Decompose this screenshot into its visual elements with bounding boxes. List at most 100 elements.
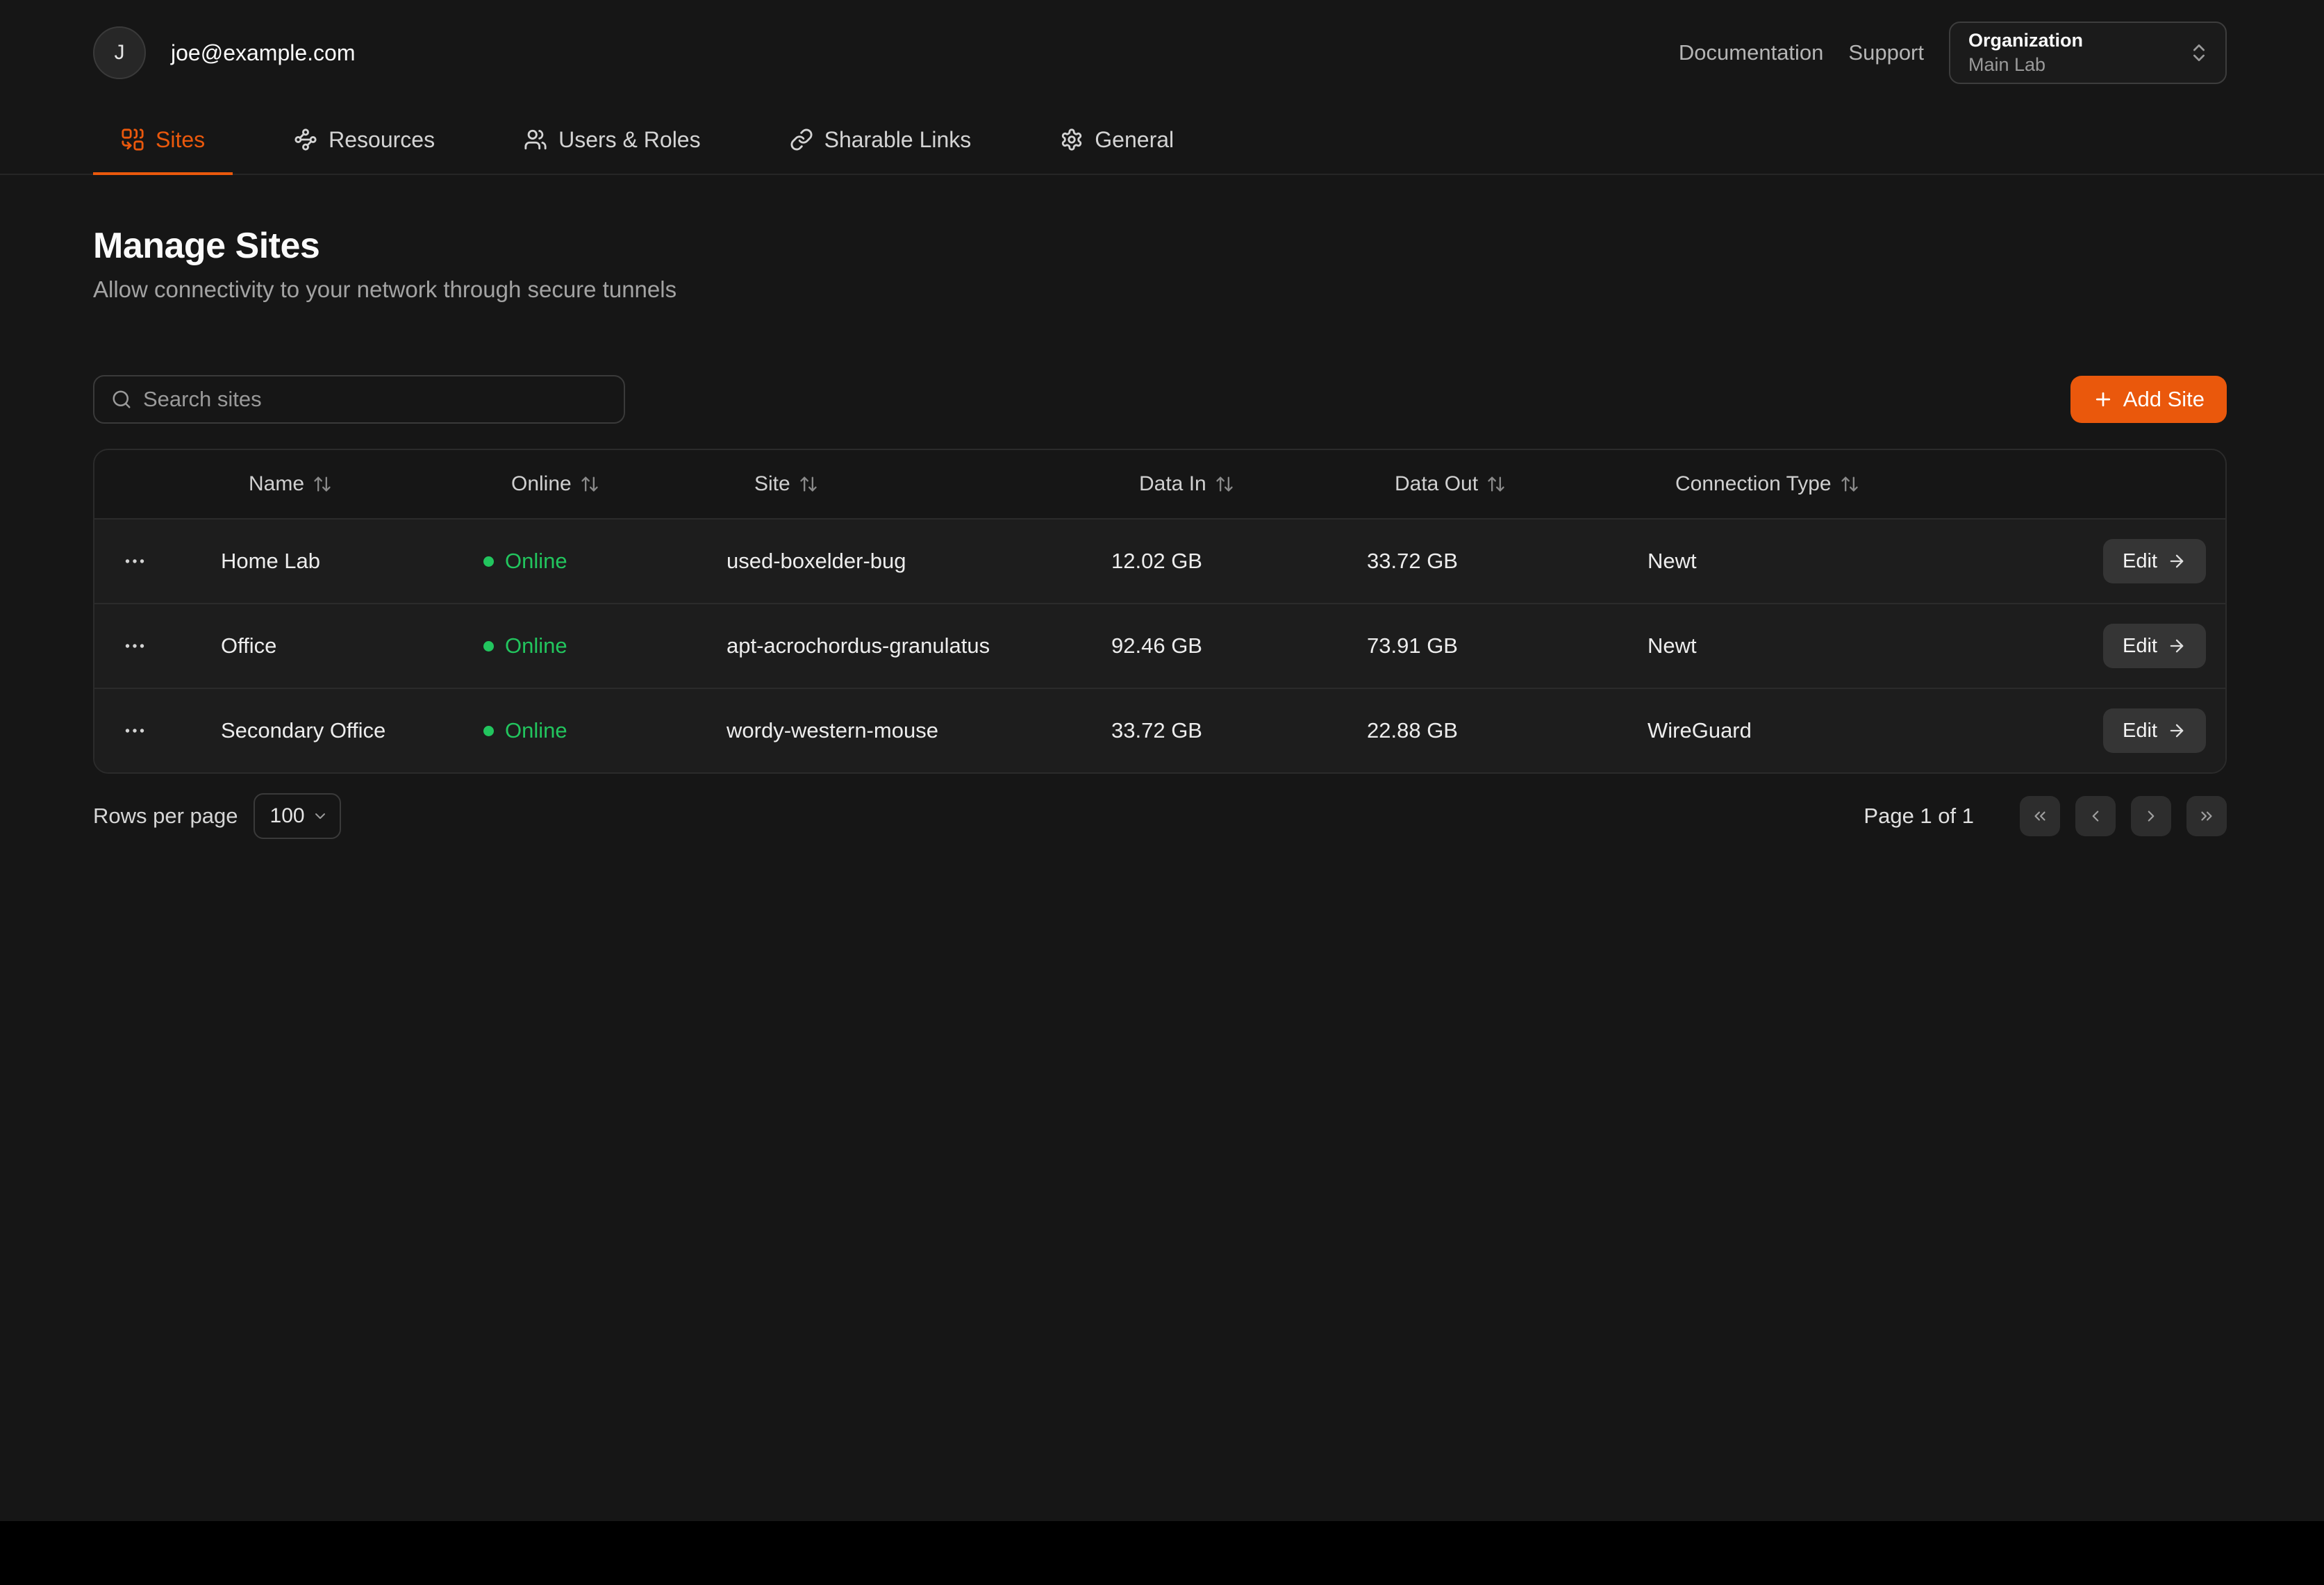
row-menu-button[interactable] — [117, 713, 153, 749]
ellipsis-icon — [122, 549, 147, 574]
cell-online-status: Online — [483, 549, 727, 574]
tab-sharable-links[interactable]: Sharable Links — [762, 106, 999, 174]
column-label: Site — [754, 472, 790, 496]
tab-label: Users & Roles — [558, 127, 701, 153]
table-row: Office Online apt-acrochordus-granulatus… — [94, 603, 2225, 688]
org-selector-value: Main Lab — [1968, 53, 2083, 77]
sites-grid-icon — [121, 128, 144, 151]
avatar-initial: J — [115, 41, 125, 65]
column-label: Connection Type — [1675, 472, 1832, 496]
org-selector[interactable]: Organization Main Lab — [1949, 22, 2227, 84]
search-icon — [111, 389, 132, 410]
cell-site-name: Secondary Office — [221, 718, 483, 743]
tab-label: General — [1095, 127, 1174, 153]
plus-icon — [2093, 389, 2114, 410]
column-header-data-out[interactable]: Data Out — [1367, 472, 1506, 496]
chevrons-up-down-icon — [2188, 42, 2210, 64]
column-header-data-in[interactable]: Data In — [1111, 472, 1234, 496]
user-info: J joe@example.com — [93, 26, 355, 79]
online-dot-icon — [483, 556, 494, 567]
column-label: Name — [249, 472, 304, 496]
online-dot-icon — [483, 726, 494, 736]
avatar[interactable]: J — [93, 26, 146, 79]
cell-online-status: Online — [483, 718, 727, 743]
page-subtitle: Allow connectivity to your network throu… — [93, 276, 2227, 303]
main-content: Manage Sites Allow connectivity to your … — [0, 225, 2324, 839]
nav-tabs: Sites Resources Users & Roles Sharable L… — [0, 106, 2324, 175]
table-row: Secondary Office Online wordy-western-mo… — [94, 688, 2225, 772]
column-header-site[interactable]: Site — [727, 472, 818, 496]
table-row: Home Lab Online used-boxelder-bug 12.02 … — [94, 518, 2225, 603]
chevrons-right-icon — [2198, 807, 2216, 825]
topbar-links: Documentation Support Organization Main … — [1679, 22, 2227, 84]
online-label: Online — [505, 718, 567, 743]
app-root: J joe@example.com Documentation Support … — [0, 0, 2324, 1521]
cell-data-out: 22.88 GB — [1367, 718, 1647, 743]
toolbar: Add Site — [93, 375, 2227, 424]
ellipsis-icon — [122, 633, 147, 658]
online-label: Online — [505, 549, 567, 574]
org-selector-label: Organization — [1968, 28, 2083, 53]
sort-icon — [1840, 474, 1859, 494]
edit-button[interactable]: Edit — [2103, 624, 2206, 668]
gear-icon — [1060, 128, 1084, 151]
chevron-down-icon — [312, 808, 329, 824]
arrow-right-icon — [2167, 551, 2186, 571]
cell-site-name: Home Lab — [221, 549, 483, 574]
table-header-row: Name Online Site — [94, 450, 2225, 518]
cell-connection-type: WireGuard — [1647, 718, 2092, 743]
edit-button[interactable]: Edit — [2103, 539, 2206, 583]
support-link[interactable]: Support — [1848, 40, 1924, 65]
prev-page-button[interactable] — [2075, 796, 2116, 836]
add-site-button[interactable]: Add Site — [2070, 376, 2227, 423]
cell-site-id: wordy-western-mouse — [727, 718, 1111, 743]
cell-data-in: 92.46 GB — [1111, 633, 1367, 658]
edit-button[interactable]: Edit — [2103, 708, 2206, 753]
column-label: Online — [511, 472, 572, 496]
chevrons-left-icon — [2031, 807, 2049, 825]
waypoints-icon — [294, 128, 317, 151]
arrow-right-icon — [2167, 721, 2186, 740]
edit-label: Edit — [2123, 550, 2157, 573]
column-label: Data Out — [1395, 472, 1478, 496]
chevron-left-icon — [2086, 807, 2105, 825]
rows-per-page-select[interactable]: 100 — [254, 793, 341, 839]
topbar: J joe@example.com Documentation Support … — [0, 0, 2324, 106]
cell-site-id: apt-acrochordus-granulatus — [727, 633, 1111, 658]
first-page-button[interactable] — [2020, 796, 2060, 836]
user-email: joe@example.com — [171, 40, 355, 66]
rows-per-page-value: 100 — [270, 804, 305, 828]
row-menu-button[interactable] — [117, 628, 153, 664]
next-page-button[interactable] — [2131, 796, 2171, 836]
sort-icon — [580, 474, 599, 494]
column-label: Data In — [1139, 472, 1206, 496]
page-title: Manage Sites — [93, 225, 2227, 267]
tab-users-roles[interactable]: Users & Roles — [496, 106, 729, 174]
add-site-label: Add Site — [2123, 387, 2205, 412]
tab-resources[interactable]: Resources — [266, 106, 463, 174]
tab-label: Resources — [329, 127, 435, 153]
pagination: Page 1 of 1 — [1864, 796, 2227, 836]
sort-icon — [1215, 474, 1234, 494]
sort-icon — [799, 474, 818, 494]
documentation-link[interactable]: Documentation — [1679, 40, 1824, 65]
cell-data-in: 12.02 GB — [1111, 549, 1367, 574]
edit-label: Edit — [2123, 720, 2157, 742]
rows-per-page: Rows per page 100 — [93, 793, 341, 839]
column-header-connection-type[interactable]: Connection Type — [1647, 472, 1859, 496]
link-icon — [790, 128, 813, 151]
column-header-online[interactable]: Online — [483, 472, 599, 496]
tab-general[interactable]: General — [1032, 106, 1202, 174]
tab-sites[interactable]: Sites — [93, 106, 233, 174]
sites-table: Name Online Site — [93, 449, 2227, 774]
row-menu-button[interactable] — [117, 543, 153, 579]
search-input[interactable] — [143, 387, 607, 412]
cell-data-out: 73.91 GB — [1367, 633, 1647, 658]
cell-site-name: Office — [221, 633, 483, 658]
column-header-name[interactable]: Name — [221, 472, 332, 496]
rows-per-page-label: Rows per page — [93, 804, 238, 829]
last-page-button[interactable] — [2186, 796, 2227, 836]
tab-label: Sharable Links — [824, 127, 972, 153]
arrow-right-icon — [2167, 636, 2186, 656]
edit-label: Edit — [2123, 635, 2157, 658]
